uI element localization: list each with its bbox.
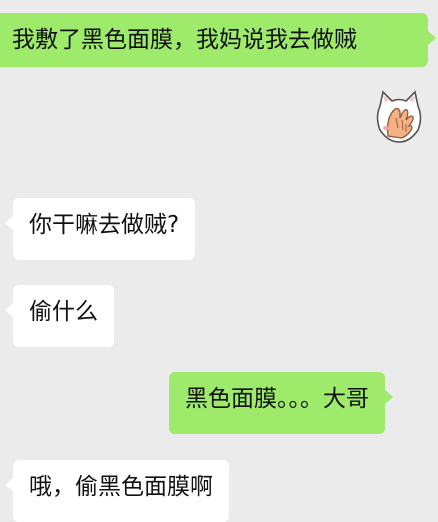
message-bubble-received[interactable]: 哦，偷黑色面膜啊 xyxy=(5,460,229,522)
message-bubble-sent[interactable]: 我敷了黑色面膜，我妈说我去做贼 xyxy=(0,13,436,67)
message-text: 黑色面膜。。。大哥 xyxy=(185,386,369,412)
message-text: 偷什么 xyxy=(29,299,98,325)
message-text: 我敷了黑色面膜，我妈说我去做贼 xyxy=(12,27,357,53)
message-bubble-sent[interactable]: 黑色面膜。。。大哥 xyxy=(169,372,393,434)
message-text: 你干嘛去做贼? xyxy=(29,212,180,238)
cat-face-palm-sticker[interactable] xyxy=(374,88,424,146)
cat-face-palm-icon xyxy=(376,90,422,143)
message-bubble-received[interactable]: 偷什么 xyxy=(5,285,114,347)
message-text: 哦，偷黑色面膜啊 xyxy=(29,474,213,500)
message-bubble-received[interactable]: 你干嘛去做贼? xyxy=(4,198,196,260)
